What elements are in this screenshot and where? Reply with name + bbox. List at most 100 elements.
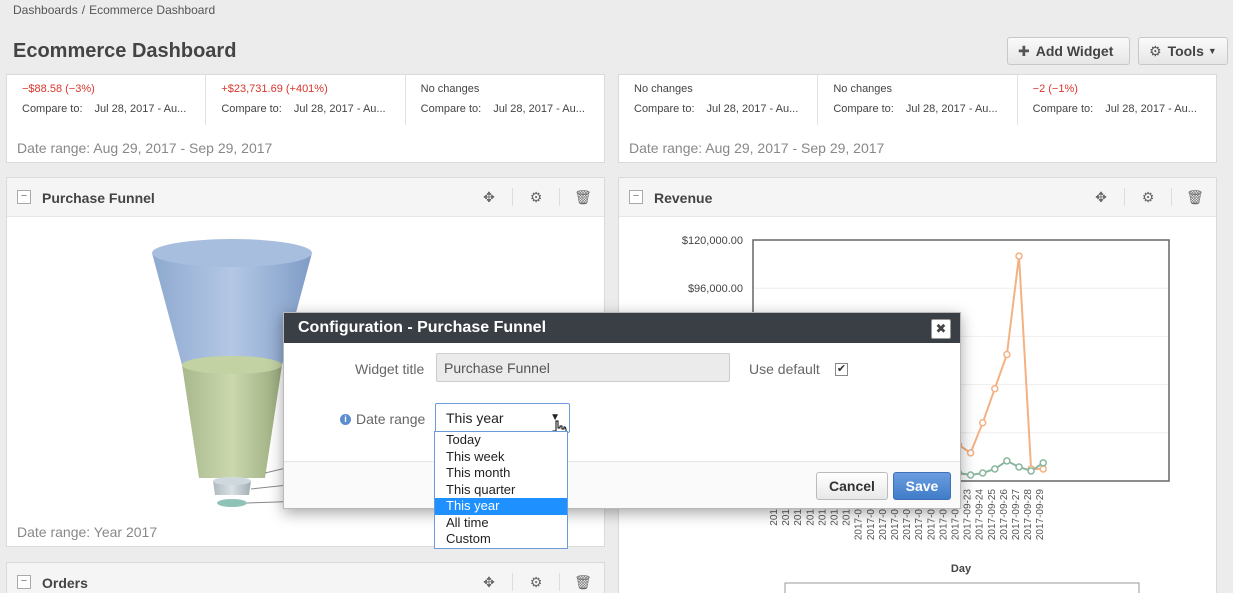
widget-title-label: Widget title bbox=[355, 361, 425, 377]
compare-label: Compare to: bbox=[22, 103, 83, 115]
move-icon[interactable]: ✥ bbox=[478, 574, 500, 591]
data-point bbox=[966, 471, 975, 479]
breadcrumb: Dashboards / Ecommerce Dashboard bbox=[13, 3, 219, 17]
date-range-select[interactable]: This year ▼ bbox=[435, 403, 570, 433]
breadcrumb-separator: / bbox=[81, 3, 86, 17]
data-point bbox=[1039, 465, 1047, 473]
x-tick-label: 2017-09-23 bbox=[963, 489, 974, 541]
chart-legend bbox=[784, 582, 1140, 593]
date-range-option[interactable]: Today bbox=[435, 432, 567, 449]
widget-title: Revenue bbox=[654, 190, 713, 206]
data-point bbox=[1015, 463, 1023, 471]
date-range-option[interactable]: This month bbox=[435, 465, 567, 482]
funnel-stage-2 bbox=[182, 365, 282, 478]
kpi-change: −$88.58 (−3%) bbox=[22, 83, 95, 95]
dialog-title: Configuration - Purchase Funnel bbox=[298, 319, 547, 336]
date-range-option[interactable]: All time bbox=[435, 515, 567, 532]
y-tick-label: $120,000.00 bbox=[682, 235, 743, 247]
kpi-item: +$23,731.69 (+401%) Compare to: Jul 28, 2… bbox=[206, 75, 406, 125]
data-point bbox=[991, 465, 999, 473]
compare-label: Compare to: bbox=[1032, 103, 1094, 115]
date-range-option[interactable]: This year bbox=[435, 498, 567, 515]
kpi-item: −2 (−1%) Compare to: Jul 28, 2017 - Au... bbox=[1018, 75, 1216, 125]
use-default-checkbox[interactable]: ✔ bbox=[835, 363, 848, 376]
configuration-dialog: Configuration - Purchase Funnel ✖ Widget… bbox=[283, 312, 961, 509]
move-icon[interactable]: ✥ bbox=[1090, 189, 1112, 206]
kpi-panel-left: −$88.58 (−3%) Compare to: Jul 28, 2017 - … bbox=[6, 74, 605, 163]
widget-header: − Revenue ✥ ⚙ 🗑 bbox=[619, 178, 1216, 217]
save-button[interactable]: Save bbox=[893, 472, 951, 500]
close-icon[interactable]: ✖ bbox=[931, 319, 951, 339]
compare-value: Jul 28, 2017 - Au... bbox=[706, 103, 799, 115]
compare-value: Jul 28, 2017 - Au... bbox=[905, 103, 998, 115]
kpi-item: No changes Compare to: Jul 28, 2017 - Au.… bbox=[406, 75, 604, 125]
compare-value: Jul 28, 2017 - Au... bbox=[493, 103, 585, 115]
gear-icon[interactable]: ⚙ bbox=[1137, 189, 1159, 206]
data-point bbox=[978, 469, 987, 477]
plus-icon: ✚ bbox=[1018, 42, 1030, 59]
y-tick-label: $96,000.00 bbox=[688, 283, 743, 295]
compare-label: Compare to: bbox=[634, 103, 695, 115]
trash-icon[interactable]: 🗑 bbox=[572, 189, 594, 206]
compare-value: Jul 28, 2017 - Au... bbox=[293, 103, 386, 115]
collapse-icon[interactable]: − bbox=[629, 190, 643, 204]
move-icon[interactable]: ✥ bbox=[478, 189, 500, 206]
dialog-header: Configuration - Purchase Funnel ✖ bbox=[284, 313, 960, 343]
kpi-change: No changes bbox=[420, 83, 480, 95]
info-icon: i bbox=[340, 413, 351, 425]
orders-widget: − Orders ✥ ⚙ 🗑 bbox=[6, 562, 605, 593]
kpi-panel-right: No changes Compare to: Jul 28, 2017 - Au.… bbox=[618, 74, 1217, 163]
gear-icon[interactable]: ⚙ bbox=[525, 574, 547, 591]
kpi-item: No changes Compare to: Jul 28, 2017 - Au.… bbox=[619, 75, 819, 125]
funnel-top-ellipse bbox=[152, 239, 312, 267]
compare-label: Compare to: bbox=[420, 103, 482, 115]
add-widget-button[interactable]: ✚ Add Widget bbox=[1007, 37, 1130, 65]
collapse-icon[interactable]: − bbox=[17, 575, 31, 589]
gear-icon[interactable]: ⚙ bbox=[525, 189, 547, 206]
x-tick-label: 2017-09-24 bbox=[975, 489, 986, 541]
funnel-stage-3-ellipse bbox=[213, 477, 251, 485]
data-point bbox=[991, 384, 999, 393]
cancel-button[interactable]: Cancel bbox=[816, 472, 888, 500]
x-tick-label: 2017-09-29 bbox=[1035, 489, 1046, 541]
breadcrumb-current: Ecommerce Dashboard bbox=[89, 3, 216, 17]
kpi-item: −$88.58 (−3%) Compare to: Jul 28, 2017 - … bbox=[7, 75, 207, 125]
breadcrumb-dashboards-link[interactable]: Dashboards bbox=[13, 3, 78, 17]
kpi-change: No changes bbox=[634, 83, 693, 95]
collapse-icon[interactable]: − bbox=[17, 190, 31, 204]
kpi-change: −2 (−1%) bbox=[1032, 83, 1078, 95]
kpi-change: +$23,731.69 (+401%) bbox=[221, 83, 328, 95]
data-point bbox=[1003, 457, 1011, 465]
date-range-option[interactable]: This quarter bbox=[435, 482, 567, 499]
kpi-daterange: Date range: Aug 29, 2017 - Sep 29, 2017 bbox=[629, 140, 885, 156]
x-tick-label: 2017-09-26 bbox=[999, 489, 1010, 541]
widget-header: − Orders ✥ ⚙ 🗑 bbox=[7, 563, 604, 593]
date-range-option[interactable]: This week bbox=[435, 449, 567, 466]
tools-label: Tools bbox=[1167, 43, 1204, 59]
data-point bbox=[966, 449, 975, 457]
funnel-mid-ellipse bbox=[182, 356, 282, 374]
trash-icon[interactable]: 🗑 bbox=[572, 574, 594, 591]
widget-title: Orders bbox=[42, 575, 88, 591]
compare-value: Jul 28, 2017 - Au... bbox=[94, 103, 187, 115]
x-axis-label: Day bbox=[951, 563, 972, 575]
date-range-dropdown: Today This week This month This quarter This… bbox=[434, 431, 568, 549]
tools-button[interactable]: ⚙ Tools ▼ bbox=[1138, 37, 1228, 65]
date-range-selected: This year bbox=[446, 410, 504, 426]
widget-header: − Purchase Funnel ✥ ⚙ 🗑 bbox=[7, 178, 604, 217]
dialog-footer: Cancel Save bbox=[284, 461, 960, 508]
widget-title-input[interactable]: Purchase Funnel bbox=[436, 353, 730, 382]
funnel-daterange: Date range: Year 2017 bbox=[17, 524, 158, 540]
data-point bbox=[1027, 467, 1035, 475]
data-point bbox=[1015, 252, 1023, 260]
compare-value: Jul 28, 2017 - Au... bbox=[1105, 103, 1197, 115]
gear-icon: ⚙ bbox=[1149, 42, 1162, 59]
use-default-label: Use default bbox=[749, 361, 820, 377]
kpi-item: No changes Compare to: Jul 28, 2017 - Au.… bbox=[818, 75, 1018, 125]
x-tick-label: 2017-09-25 bbox=[987, 489, 998, 541]
data-point bbox=[1039, 459, 1047, 467]
date-range-option[interactable]: Custom bbox=[435, 531, 567, 548]
trash-icon[interactable]: 🗑 bbox=[1184, 189, 1206, 206]
x-tick-label: 2017-09-27 bbox=[1011, 489, 1022, 541]
kpi-daterange: Date range: Aug 29, 2017 - Sep 29, 2017 bbox=[17, 140, 273, 156]
